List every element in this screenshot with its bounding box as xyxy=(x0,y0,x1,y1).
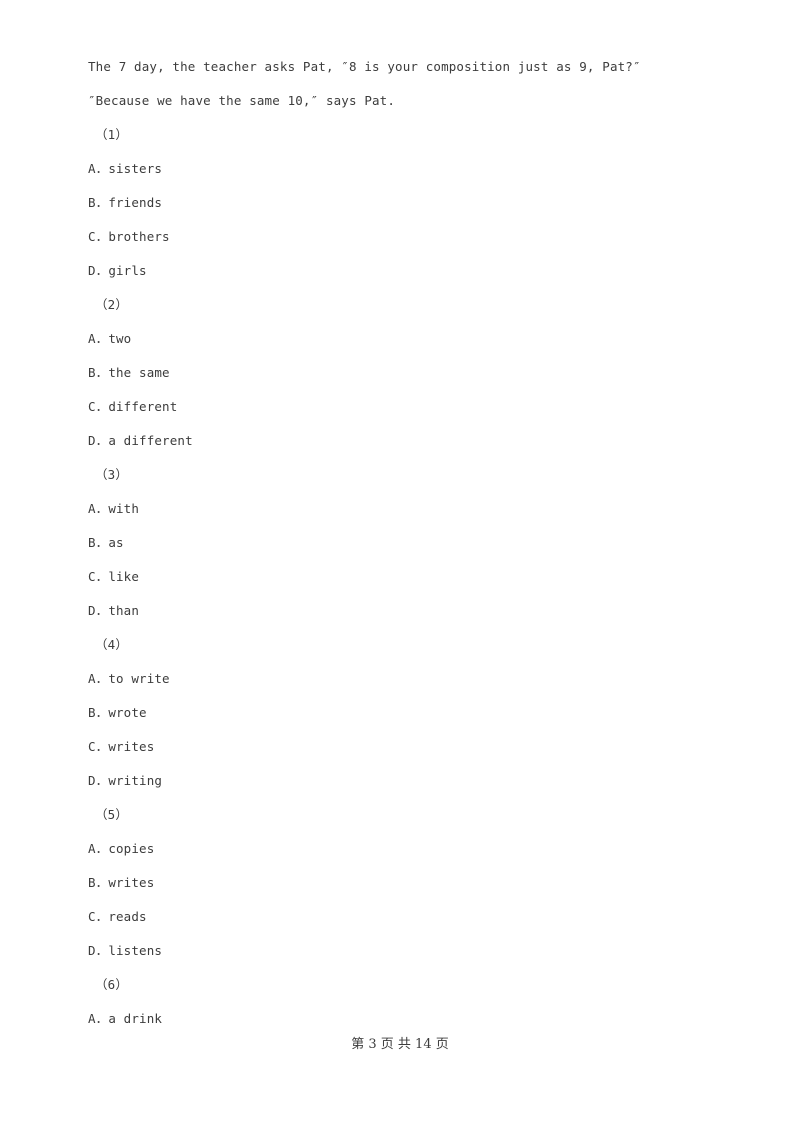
question-group-6: （6） A．a drink xyxy=(88,968,748,1036)
option-c[interactable]: C．brothers xyxy=(88,220,748,254)
option-b[interactable]: B．friends xyxy=(88,186,748,220)
question-number: （4） xyxy=(95,637,128,652)
option-c[interactable]: C．like xyxy=(88,560,748,594)
option-a[interactable]: A．a drink xyxy=(88,1002,748,1036)
option-a[interactable]: A．with xyxy=(88,492,748,526)
question-group-5: （5） A．copies B．writes C．reads D．listens xyxy=(88,798,748,968)
question-number: （5） xyxy=(95,807,128,822)
option-c[interactable]: C．reads xyxy=(88,900,748,934)
option-c[interactable]: C．different xyxy=(88,390,748,424)
question-group-3: （3） A．with B．as C．like D．than xyxy=(88,458,748,628)
option-a[interactable]: A．to write xyxy=(88,662,748,696)
option-d[interactable]: D．than xyxy=(88,594,748,628)
option-b[interactable]: B．as xyxy=(88,526,748,560)
option-b[interactable]: B．wrote xyxy=(88,696,748,730)
passage-line: ″Because we have the same 10,″ says Pat. xyxy=(88,93,396,108)
page-footer: 第 3 页 共 14 页 xyxy=(351,1037,449,1052)
question-group-2: （2） A．two B．the same C．different D．a dif… xyxy=(88,288,748,458)
question-group-1: （1） A．sisters B．friends C．brothers D．gir… xyxy=(88,118,748,288)
question-number: （3） xyxy=(95,467,128,482)
question-group-4: （4） A．to write B．wrote C．writes D．writin… xyxy=(88,628,748,798)
question-number: （6） xyxy=(95,977,128,992)
option-b[interactable]: B．writes xyxy=(88,866,748,900)
option-c[interactable]: C．writes xyxy=(88,730,748,764)
question-number: （2） xyxy=(95,297,128,312)
option-b[interactable]: B．the same xyxy=(88,356,748,390)
document-page: The 7 day, the teacher asks Pat, ″8 is y… xyxy=(0,0,800,1132)
option-d[interactable]: D．a different xyxy=(88,424,748,458)
option-a[interactable]: A．copies xyxy=(88,832,748,866)
option-d[interactable]: D．girls xyxy=(88,254,748,288)
option-d[interactable]: D．listens xyxy=(88,934,748,968)
question-number: （1） xyxy=(95,127,128,142)
document-body: The 7 day, the teacher asks Pat, ″8 is y… xyxy=(88,50,748,1036)
option-d[interactable]: D．writing xyxy=(88,764,748,798)
option-a[interactable]: A．sisters xyxy=(88,152,748,186)
option-a[interactable]: A．two xyxy=(88,322,748,356)
passage-line: The 7 day, the teacher asks Pat, ″8 is y… xyxy=(88,59,641,74)
